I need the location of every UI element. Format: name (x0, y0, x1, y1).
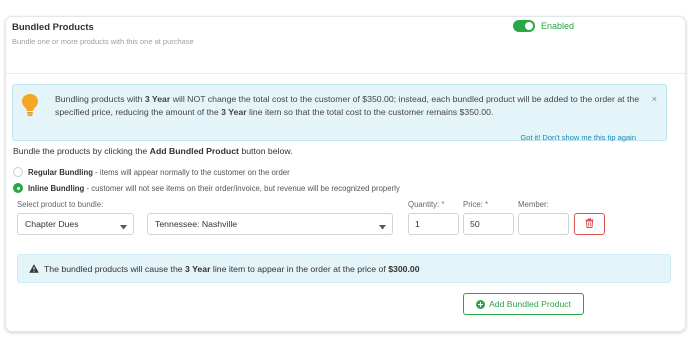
summary-price: $300.00 (388, 263, 420, 274)
option-description: - items will appear normally to the cust… (92, 167, 290, 177)
summary-message: The bundled products will cause the 3 Ye… (44, 264, 420, 274)
required-mark: * (485, 200, 489, 209)
remove-product-button[interactable] (574, 213, 605, 235)
instruction-text: Bundle the products by clicking the (13, 146, 150, 156)
tip-text-part: Bundling products with (55, 94, 145, 104)
member-input[interactable] (518, 213, 569, 235)
caret-down-icon (379, 222, 386, 232)
bundle-summary-alert: The bundled products will cause the 3 Ye… (17, 254, 671, 283)
product-select-label: Select product to bundle: (17, 200, 104, 209)
trash-icon (585, 218, 594, 230)
lightbulb-icon (21, 93, 39, 119)
dismiss-tip-link[interactable]: Got it! Don't show me this tip again (520, 133, 636, 142)
summary-text: The bundled products will cause the (44, 263, 186, 274)
price-input[interactable]: 50 (463, 213, 514, 235)
regular-bundling-label: Regular Bundling - items will appear nor… (28, 168, 290, 177)
summary-text: line item to appear in the order at the … (210, 263, 389, 274)
product-select[interactable]: Chapter Dues (17, 213, 134, 235)
section-header: Bundled Products Bundle one or more prod… (12, 22, 194, 46)
required-mark: * (441, 200, 445, 209)
price-label-text: Price: (463, 200, 483, 209)
quantity-value: 1 (415, 219, 420, 229)
summary-product-name: 3 Year (185, 263, 211, 274)
enabled-label: Enabled (541, 21, 575, 31)
enabled-toggle[interactable] (513, 20, 535, 32)
quantity-label: Quantity: * (408, 200, 444, 209)
plus-circle-icon (475, 299, 485, 309)
inline-bundling-option[interactable]: Inline Bundling - customer will not see … (13, 183, 400, 193)
add-bundled-product-button[interactable]: Add Bundled Product (463, 293, 584, 315)
inline-bundling-radio[interactable] (13, 183, 23, 193)
toggle-knob (525, 22, 533, 30)
header-divider (5, 73, 685, 74)
close-icon[interactable]: × (652, 94, 657, 104)
member-label: Member: (518, 200, 549, 209)
tip-product-name: 3 Year (144, 94, 171, 104)
tip-text-part: line item so that the total cost to the … (246, 107, 494, 117)
price-value: 50 (470, 219, 480, 229)
instruction-button-ref: Add Bundled Product (149, 146, 239, 156)
warning-icon (29, 264, 39, 273)
option-description: - customer will not see items on their o… (84, 183, 400, 193)
option-title: Regular Bundling (28, 167, 93, 177)
variant-select[interactable]: Tennessee: Nashville (147, 213, 393, 235)
regular-bundling-radio[interactable] (13, 167, 23, 177)
tip-product-name: 3 Year (221, 107, 247, 117)
tip-alert: Bundling products with 3 Year will NOT c… (12, 84, 667, 142)
variant-select-value: Tennessee: Nashville (155, 219, 238, 229)
price-label: Price: * (463, 200, 488, 209)
tip-message: Bundling products with 3 Year will NOT c… (55, 93, 645, 119)
section-title: Bundled Products (12, 22, 94, 33)
section-subtitle: Bundle one or more products with this on… (12, 37, 194, 46)
product-select-value: Chapter Dues (25, 219, 79, 229)
add-button-label: Add Bundled Product (488, 299, 572, 309)
caret-down-icon (120, 222, 127, 232)
bundle-instruction: Bundle the products by clicking the Add … (13, 146, 293, 156)
regular-bundling-option[interactable]: Regular Bundling - items will appear nor… (13, 167, 290, 177)
quantity-label-text: Quantity: (408, 200, 440, 209)
enabled-toggle-group: Enabled (513, 20, 574, 32)
inline-bundling-label: Inline Bundling - customer will not see … (28, 184, 400, 193)
option-title: Inline Bundling (28, 183, 85, 193)
instruction-text: button below. (238, 146, 293, 156)
quantity-input[interactable]: 1 (408, 213, 459, 235)
